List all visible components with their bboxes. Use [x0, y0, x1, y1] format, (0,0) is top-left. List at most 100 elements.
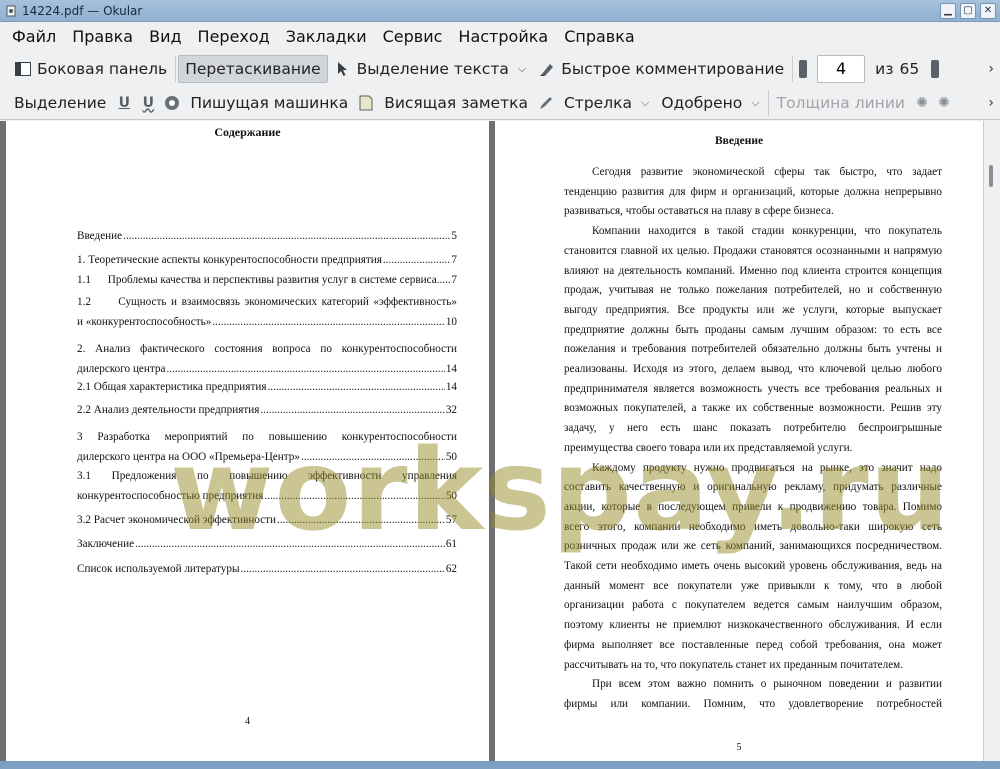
underline-icon[interactable]: U	[115, 94, 133, 112]
close-button[interactable]: ✕	[980, 3, 996, 19]
toc-entry[interactable]: 3 Разработка мероприятий по повышению ко…	[77, 427, 457, 467]
page-number: 4	[245, 716, 250, 727]
paragraph-line: влияют на деятельность компаний. Именно …	[564, 264, 942, 277]
paragraph-line: предпринимателя является возможность уче…	[564, 382, 942, 395]
page-of-label: из	[875, 59, 894, 78]
window-titlebar: 14224.pdf — Okular ▁ ▢ ✕	[0, 0, 1000, 22]
window-title: 14224.pdf — Okular	[22, 3, 143, 18]
menu-tools[interactable]: Сервис	[375, 27, 451, 46]
paragraph-line: пожелания и требования потребителей обяз…	[564, 343, 942, 356]
toolbar-overflow-icon[interactable]: ›	[988, 61, 994, 77]
paragraph-line: организации работа с покупателем ведется…	[564, 599, 942, 612]
paragraph-line: фирмы или компании. Помним, что удовлетв…	[564, 697, 942, 710]
toc-entry[interactable]: 2.1 Общая характеристика предприятия14	[77, 377, 457, 397]
note-icon[interactable]	[357, 94, 375, 112]
opacity-icon[interactable]: ✺	[935, 94, 953, 112]
chevron-down-icon[interactable]: ⌵	[751, 96, 759, 110]
sidebar-icon	[14, 60, 32, 78]
paragraph-line: Такой сети необходимо иметь очень высоки…	[564, 560, 942, 572]
previous-page-icon[interactable]	[799, 59, 808, 78]
paragraph-line: выгоду предприятия. Все продукты или же …	[564, 303, 942, 316]
menu-settings[interactable]: Настройка	[450, 27, 556, 46]
paragraph-line: Сегодня развитие экономической сферы так…	[592, 166, 942, 178]
quick-annotation-label: Быстрое комментирование	[561, 59, 785, 78]
toc-entry[interactable]: 3.2 Расчет экономической эффективности57	[77, 510, 457, 530]
page-number: 5	[736, 742, 742, 753]
toc-entry[interactable]: Заключение61	[77, 534, 457, 554]
line-width-control[interactable]: Толщина линии	[771, 89, 911, 117]
menu-view[interactable]: Вид	[141, 27, 189, 46]
paragraph-line: Каждому продукту нужно продвигаться на р…	[592, 461, 942, 474]
pen-icon[interactable]	[537, 94, 555, 112]
menu-bookmarks[interactable]: Закладки	[278, 27, 375, 46]
paragraph-line: реализованы. Исходя из этого, делаем выв…	[564, 363, 942, 375]
browse-tool-label: Перетаскивание	[185, 59, 321, 78]
paragraph-line: акции, которые в последующем привели к п…	[564, 500, 942, 513]
quick-annotation-button[interactable]: Быстрое комментирование	[532, 55, 790, 83]
paragraph-line: тенденцию развития для фирм и организаци…	[564, 185, 942, 198]
paragraph-line: составить качественную и оригинальную ре…	[564, 481, 942, 494]
toc-entry[interactable]: 2. Анализ фактического состояния вопроса…	[77, 339, 457, 379]
scrollbar-thumb[interactable]	[989, 165, 993, 187]
typewriter-tool-label: Пишущая машинка	[190, 93, 349, 112]
paragraph-line: преимущества своего товара или их предст…	[564, 441, 853, 454]
menu-edit[interactable]: Правка	[64, 27, 141, 46]
paragraph-line: фирма выполняет все поставленные перед с…	[564, 638, 942, 651]
arrow-tool-button[interactable]: Стрелка ⌵	[558, 89, 655, 117]
maximize-button[interactable]: ▢	[960, 3, 976, 19]
toc-entry[interactable]: 3.1 Предложения по повышению эффективнос…	[77, 466, 457, 506]
cursor-arrow-icon	[334, 60, 352, 78]
toolbar-overflow-icon[interactable]: ›	[988, 95, 994, 111]
paragraph-line: Компании находится в такой стадии конкур…	[592, 225, 942, 238]
next-page-icon[interactable]	[931, 59, 940, 78]
paragraph-line: розничных продаж или же сеть компаний, з…	[564, 540, 942, 553]
text-select-tool-label: Выделение текста	[356, 59, 509, 78]
toolbar-separator	[175, 55, 177, 82]
selection-tool-button[interactable]: Выделение	[8, 89, 112, 117]
toc-entry[interactable]: 2.2 Анализ деятельности предприятия32	[77, 400, 457, 420]
chevron-down-icon[interactable]: ⌵	[518, 62, 526, 76]
sidebar-toggle-button[interactable]: Боковая панель	[8, 55, 173, 83]
pdf-page-right: Введение Сегодня развитие экономической …	[495, 121, 983, 761]
vertical-scrollbar[interactable]	[983, 121, 1000, 761]
document-viewport[interactable]: Содержание Введение5 1. Теоретические ас…	[0, 121, 1000, 761]
toc-entry[interactable]: 1. Теоретические аспекты конкурентоспосо…	[77, 250, 457, 270]
intro-title: Введение	[714, 135, 764, 147]
page-total-label: 65	[899, 59, 920, 78]
toc-entry[interactable]: Введение5	[77, 226, 457, 246]
menu-file[interactable]: Файл	[0, 27, 64, 46]
menubar: Файл Правка Вид Переход Закладки Сервис …	[0, 23, 1000, 50]
toc-entry[interactable]: Список используемой литературы62	[77, 559, 457, 579]
page-number-input[interactable]: 4	[817, 54, 866, 83]
toc-entry[interactable]: 1.2 Сущность и взаимосвязь экономических…	[77, 292, 457, 332]
text-select-tool-button[interactable]: Выделение текста ⌵	[328, 55, 533, 83]
okular-app-icon	[4, 4, 18, 18]
minimize-button[interactable]: ▁	[940, 3, 956, 19]
paragraph-line: поэтому клиенты не приемлют низкокачеств…	[564, 619, 942, 632]
chevron-down-icon[interactable]: ⌵	[641, 96, 649, 110]
minimize-icon: ▁	[944, 5, 952, 16]
menu-go[interactable]: Переход	[190, 27, 278, 46]
menu-help[interactable]: Справка	[556, 27, 643, 46]
stamp-type-button[interactable]: Одобрено ⌵	[655, 89, 765, 117]
squiggly-icon[interactable]: U	[139, 94, 157, 112]
toolbar-separator	[767, 89, 769, 116]
annotation-toolbar: Выделение U U Пишущая машинка Висящая за…	[0, 86, 1000, 120]
paragraph-line: При всем этом важно помнить о рыночном п…	[592, 678, 942, 691]
paragraph-line: всего этого, компании необходимо иметь д…	[564, 520, 942, 533]
inline-note-tool-button[interactable]: Висящая заметка	[378, 89, 534, 117]
window-bottom-border	[0, 761, 1000, 769]
paragraph-line: предприятие должны быть проданы самым лу…	[564, 323, 942, 336]
browse-tool-button[interactable]: Перетаскивание	[178, 54, 328, 83]
maximize-icon: ▢	[963, 5, 973, 16]
sidebar-toggle-label: Боковая панель	[37, 59, 168, 78]
paragraph-line: рассчитывать на то, что покупатель стане…	[564, 658, 904, 671]
main-toolbar: Боковая панель Перетаскивание Выделение …	[0, 51, 1000, 86]
stamp-type-label: Одобрено	[661, 93, 743, 112]
inline-note-tool-label: Висящая заметка	[384, 93, 528, 112]
color-palette-icon[interactable]: ✺	[913, 94, 931, 112]
stamp-icon[interactable]	[163, 94, 181, 112]
paragraph-line: развиваться, чтобы оставаться на плаву в…	[564, 205, 834, 218]
toc-entry[interactable]: 1.1 Проблемы качества и перспективы разв…	[77, 270, 457, 290]
typewriter-tool-button[interactable]: Пишущая машинка	[184, 89, 354, 117]
